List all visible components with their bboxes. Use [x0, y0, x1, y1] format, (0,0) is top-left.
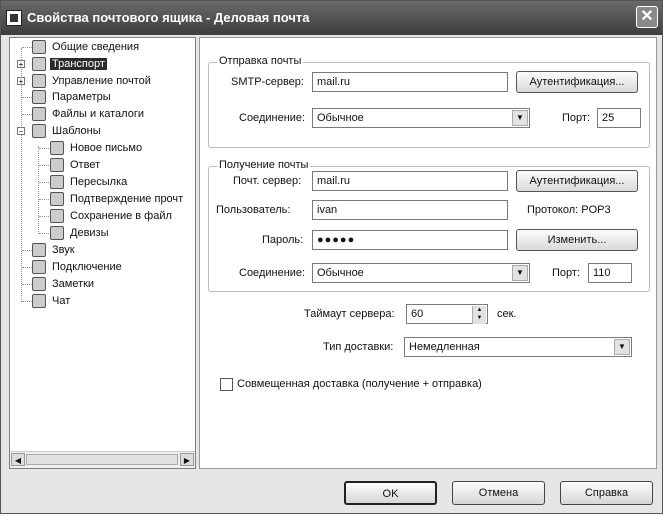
delivery-type-value: Немедленная — [409, 341, 480, 353]
password-input[interactable]: ●●●●● — [312, 230, 508, 250]
smtp-server-input[interactable]: mail.ru — [312, 72, 508, 92]
document-icon — [50, 141, 64, 156]
timeout-label: Таймаут сервера: — [304, 308, 395, 320]
settings-panel: Отправка почты SMTP-сервер: mail.ru Ауте… — [199, 37, 657, 469]
combined-delivery-label: Совмещенная доставка (получение + отправ… — [237, 378, 482, 390]
timeout-unit: сек. — [497, 308, 517, 320]
send-connection-value: Обычное — [317, 112, 364, 124]
sound-icon — [32, 243, 46, 258]
receive-connection-select[interactable]: Обычное ▼ — [312, 263, 530, 283]
user-input[interactable]: ivan — [312, 200, 508, 220]
receive-connection-label: Соединение: — [239, 267, 306, 279]
receipt-icon — [50, 192, 64, 207]
user-label: Пользователь: — [216, 204, 291, 216]
expand-transport[interactable]: + — [17, 60, 25, 69]
tree-item-transport[interactable]: Транспорт — [32, 56, 107, 72]
receive-connection-value: Обычное — [317, 267, 364, 279]
timeout-value: 60 — [411, 308, 424, 320]
motto-icon — [50, 226, 64, 241]
settings-tree: Общие сведения + Транспорт + Управление … — [9, 37, 196, 469]
folder-icon — [32, 107, 46, 122]
send-auth-button[interactable]: Аутентификация... — [516, 71, 638, 93]
window-title: Свойства почтового ящика - Деловая почта — [27, 10, 310, 25]
smtp-label: SMTP-сервер: — [231, 76, 304, 88]
tree-item-general[interactable]: Общие сведения — [32, 39, 141, 55]
send-connection-label: Соединение: — [239, 112, 306, 124]
tree-item-mail-management[interactable]: Управление почтой — [32, 73, 153, 89]
tree-item-reply[interactable]: Ответ — [50, 157, 102, 173]
combined-delivery-checkbox[interactable] — [220, 378, 233, 391]
save-icon — [50, 209, 64, 224]
timeout-stepper[interactable]: 60 ▲ ▼ — [406, 304, 488, 324]
transport-icon — [32, 57, 46, 72]
arrow-left-icon: ◀ — [14, 456, 22, 465]
connection-icon — [32, 260, 46, 275]
delivery-type-label: Тип доставки: — [323, 341, 394, 353]
mail-server-input[interactable]: mail.ru — [312, 171, 508, 191]
title-bar: Свойства почтового ящика - Деловая почта… — [1, 1, 662, 35]
notes-icon — [32, 277, 46, 292]
templates-icon — [32, 124, 46, 139]
expand-mail-management[interactable]: + — [17, 77, 25, 86]
tree-item-templates[interactable]: Шаблоны — [32, 123, 103, 139]
tree-item-new-message[interactable]: Новое письмо — [50, 140, 144, 156]
close-icon: ✕ — [640, 8, 654, 25]
send-port-label: Порт: — [562, 112, 590, 124]
tree-item-mottos[interactable]: Девизы — [50, 225, 111, 241]
spinner-icon[interactable]: ▲ ▼ — [472, 306, 486, 324]
receive-port-label: Порт: — [552, 267, 580, 279]
receive-auth-button[interactable]: Аутентификация... — [516, 170, 638, 192]
delivery-type-select[interactable]: Немедленная ▼ — [404, 337, 632, 357]
scroll-left-button[interactable]: ◀ — [11, 453, 25, 466]
close-button[interactable]: ✕ — [636, 6, 658, 28]
tree-item-save-to-file[interactable]: Сохранение в файл — [50, 208, 174, 224]
reply-icon — [50, 158, 64, 173]
receive-group-legend: Получение почты — [217, 159, 311, 171]
mail-server-label: Почт. сервер: — [233, 175, 302, 187]
tree-item-forward[interactable]: Пересылка — [50, 174, 129, 190]
receive-port-input[interactable]: 110 — [588, 263, 632, 283]
help-button[interactable]: Справка — [560, 481, 653, 505]
tree-item-sound[interactable]: Звук — [32, 242, 77, 258]
chevron-down-icon[interactable]: ▼ — [512, 265, 528, 281]
tree-item-parameters[interactable]: Параметры — [32, 89, 113, 105]
protocol-text: Протокол: POP3 — [527, 204, 611, 216]
chevron-down-icon[interactable]: ▼ — [614, 339, 630, 355]
mailbox-icon — [32, 40, 46, 55]
password-label: Пароль: — [262, 234, 304, 246]
forward-icon — [50, 175, 64, 190]
chevron-down-icon[interactable]: ▼ — [512, 110, 528, 126]
app-icon — [6, 10, 22, 26]
scroll-thumb[interactable] — [26, 454, 178, 465]
tree-item-read-receipt[interactable]: Подтверждение прочт — [50, 191, 185, 207]
tree-horizontal-scrollbar[interactable]: ◀ ▶ — [10, 451, 195, 468]
parameters-icon — [32, 90, 46, 105]
send-connection-select[interactable]: Обычное ▼ — [312, 108, 530, 128]
send-port-input[interactable]: 25 — [597, 108, 641, 128]
scroll-right-button[interactable]: ▶ — [180, 453, 194, 466]
send-group-legend: Отправка почты — [217, 55, 304, 67]
tree-item-files[interactable]: Файлы и каталоги — [32, 106, 146, 122]
tree-item-connection[interactable]: Подключение — [32, 259, 124, 275]
collapse-templates[interactable]: − — [17, 127, 25, 136]
tree-item-notes[interactable]: Заметки — [32, 276, 96, 292]
arrow-right-icon: ▶ — [183, 456, 191, 465]
chat-icon — [32, 294, 46, 309]
ok-button[interactable]: OK — [344, 481, 437, 505]
mail-management-icon — [32, 74, 46, 89]
change-password-button[interactable]: Изменить... — [516, 229, 638, 251]
properties-dialog: Свойства почтового ящика - Деловая почта… — [0, 0, 663, 514]
cancel-button[interactable]: Отмена — [452, 481, 545, 505]
tree-item-chat[interactable]: Чат — [32, 293, 72, 309]
